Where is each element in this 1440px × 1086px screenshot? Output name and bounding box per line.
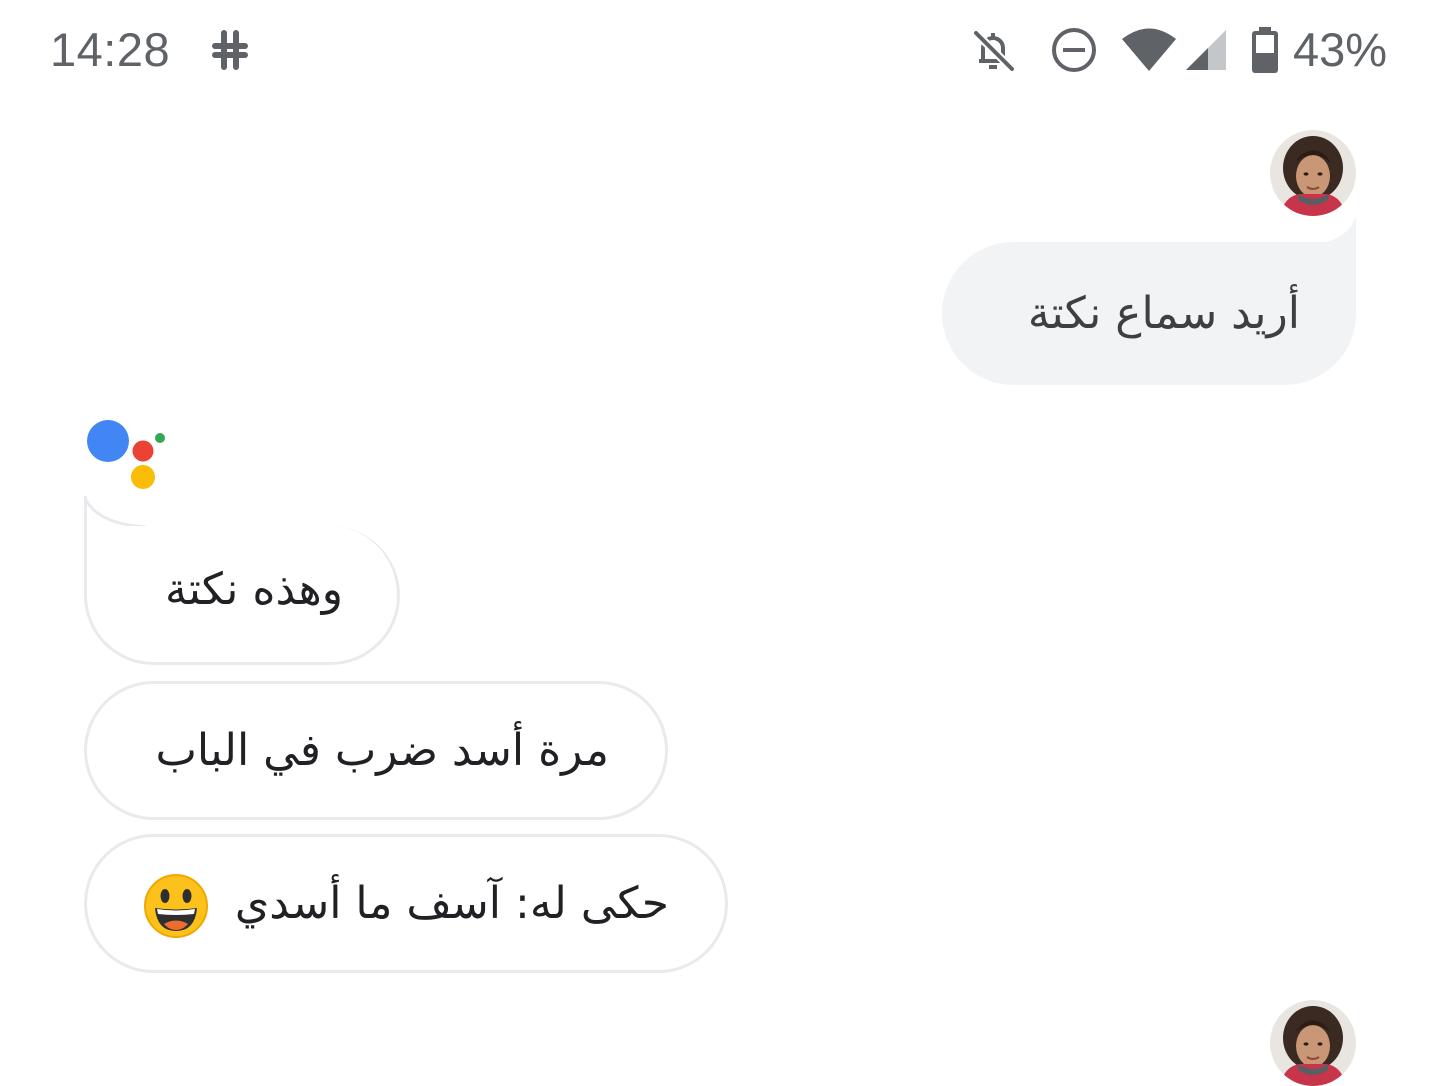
cell-signal-icon (1186, 30, 1226, 70)
smiling-face-icon (144, 874, 208, 938)
status-time: 14:28 (50, 23, 171, 76)
google-assistant-logo-icon (87, 420, 165, 489)
assistant-message-text: حكى له: آسف ما أسدي (234, 878, 669, 929)
battery-icon (1252, 27, 1278, 73)
assistant-message-bubble: مرة أسد ضرب في الباب (84, 681, 668, 820)
user-avatar (1270, 1000, 1356, 1086)
user-message-text: أريد سماع نكتة (1027, 288, 1300, 339)
wifi-icon (1122, 28, 1176, 71)
assistant-message-text: وهذه نكتة (165, 564, 343, 615)
assistant-screen: 14:28 43% أريد سماع نكتة وهذه نكتة مرة أ… (0, 0, 1440, 1086)
assistant-message-text: مرة أسد ضرب في الباب (155, 725, 609, 776)
status-bar: 14:28 43% (0, 0, 1440, 100)
assistant-message-bubble: حكى له: آسف ما أسدي (84, 834, 728, 973)
assistant-message-bubble: وهذه نكتة (84, 526, 400, 665)
do-not-disturb-icon (1052, 28, 1096, 72)
battery-percentage: 43% (1293, 23, 1388, 76)
slack-icon (212, 30, 248, 70)
bell-off-icon (973, 30, 1015, 72)
user-avatar (1270, 130, 1356, 216)
user-message-bubble: أريد سماع نكتة (942, 242, 1356, 385)
